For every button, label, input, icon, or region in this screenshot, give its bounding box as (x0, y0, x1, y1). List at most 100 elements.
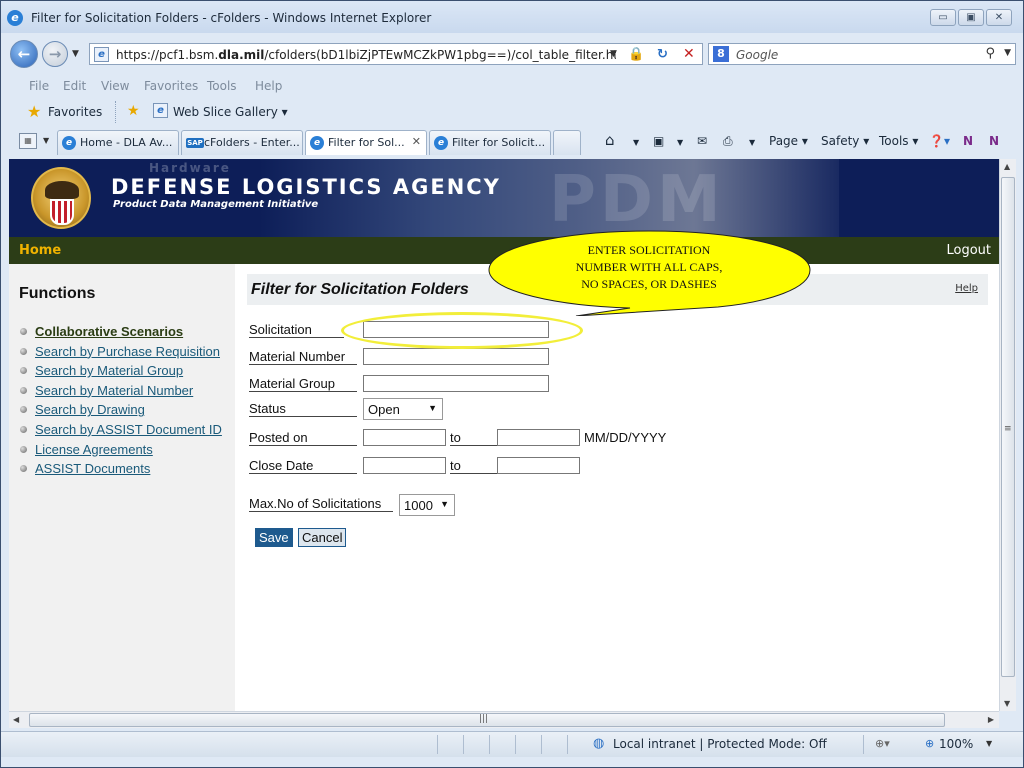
logout-link[interactable]: Logout (946, 243, 991, 258)
ie-icon: e (310, 136, 324, 150)
url-text[interactable]: https://pcf1.bsm.dla.mil/cfolders(bD1lbi… (116, 48, 616, 62)
new-tab-button[interactable] (553, 130, 581, 155)
material-group-label: Material Group (249, 376, 357, 392)
help-icon[interactable]: ❓▾ (929, 134, 950, 148)
search-box[interactable]: 8 Google ⚲ ▼ (708, 43, 1016, 65)
google-icon: 8 (713, 46, 729, 62)
close-tab-icon[interactable]: ✕ (412, 135, 421, 148)
search-dropdown-icon[interactable]: ▼ (1004, 48, 1011, 58)
divider (437, 735, 438, 754)
list-item: License Agreements (20, 442, 222, 462)
max-solicitations-label: Max.No of Solicitations (249, 496, 393, 512)
instruction-callout: ENTER SOLICITATION NUMBER WITH ALL CAPS,… (488, 230, 811, 316)
banner-watermark-hardware: Hardware (149, 161, 231, 175)
functions-heading: Functions (19, 285, 96, 302)
banner-subtitle: Product Data Management Initiative (113, 199, 319, 210)
scroll-down-icon[interactable]: ▼ (1004, 699, 1010, 708)
address-dropdown-icon[interactable]: ▼ (610, 49, 617, 59)
link-assist-documents[interactable]: ASSIST Documents (35, 461, 150, 476)
safety-menu[interactable]: Safety ▾ (821, 134, 869, 148)
material-group-input[interactable] (363, 375, 549, 392)
onenote-icon[interactable]: N (963, 134, 973, 148)
quick-tabs-icon[interactable]: ▦ (19, 133, 37, 149)
search-input[interactable]: Google (736, 48, 778, 62)
web-slice-gallery-button[interactable]: Web Slice Gallery ▾ (173, 105, 288, 119)
material-number-input[interactable] (363, 348, 549, 365)
history-dropdown-icon[interactable]: ▼ (72, 49, 79, 59)
tab-list-dropdown-icon[interactable]: ▼ (43, 136, 49, 145)
zoom-dropdown-icon[interactable]: ▼ (986, 739, 992, 748)
ie-window: e Filter for Solicitation Folders - cFol… (0, 0, 1024, 768)
save-button[interactable]: Save (255, 528, 293, 547)
feeds-dropdown-icon[interactable]: ▼ (677, 138, 683, 147)
vertical-scrollbar[interactable]: ▲ ≡ ▼ (999, 159, 1016, 711)
link-license-agreements[interactable]: License Agreements (35, 442, 153, 457)
tools-menu[interactable]: Tools ▾ (879, 134, 918, 148)
menu-tools[interactable]: Tools (207, 79, 237, 93)
link-collaborative-scenarios[interactable]: Collaborative Scenarios (35, 324, 183, 339)
security-zone[interactable]: Local intranet | Protected Mode: Off (613, 737, 827, 751)
menu-help[interactable]: Help (255, 79, 282, 93)
close-to-input[interactable] (497, 457, 580, 474)
lock-icon[interactable]: 🔒 (628, 47, 644, 62)
home-dropdown-icon[interactable]: ▼ (633, 138, 639, 147)
print-icon[interactable]: ⎙ (723, 134, 733, 149)
mail-icon[interactable]: ✉ (697, 134, 707, 148)
protected-mode-icon[interactable]: ⊕▾ (875, 737, 890, 750)
print-dropdown-icon[interactable]: ▼ (749, 138, 755, 147)
max-solicitations-select[interactable]: 1000 ▼ (399, 494, 455, 516)
add-favorite-icon[interactable]: ★ (127, 103, 140, 119)
forward-button[interactable]: → (42, 41, 68, 67)
menu-favorites[interactable]: Favorites (144, 79, 198, 93)
back-button[interactable]: ← (10, 40, 38, 68)
solicitation-label: Solicitation (249, 322, 344, 338)
favorites-button[interactable]: Favorites (48, 105, 102, 119)
link-search-material-group[interactable]: Search by Material Group (35, 363, 183, 378)
page-menu[interactable]: Page ▾ (769, 134, 808, 148)
posted-to-input[interactable] (497, 429, 580, 446)
address-bar[interactable]: e https://pcf1.bsm.dla.mil/cfolders(bD1l… (89, 43, 703, 65)
menu-edit[interactable]: Edit (63, 79, 86, 93)
posted-from-input[interactable] (363, 429, 446, 446)
bullet-icon (20, 406, 27, 414)
link-search-assist-document-id[interactable]: Search by ASSIST Document ID (35, 422, 222, 437)
close-button[interactable]: ✕ (986, 9, 1012, 26)
link-search-material-number[interactable]: Search by Material Number (35, 383, 193, 398)
cancel-button[interactable]: Cancel (298, 528, 347, 547)
close-from-input[interactable] (363, 457, 446, 474)
tab-filter-2[interactable]: e Filter for Solicit... (429, 130, 551, 155)
scroll-left-icon[interactable]: ◀ (13, 715, 19, 724)
stop-icon[interactable]: ✕ (683, 46, 695, 62)
menu-file[interactable]: File (29, 79, 49, 93)
tab-home-dla[interactable]: e Home - DLA Av... (57, 130, 179, 155)
tab-row: ▦ ▼ e Home - DLA Av... SAP cFolders - En… (1, 127, 1023, 157)
feeds-icon[interactable]: ▣ (653, 134, 664, 148)
zoom-level[interactable]: 100% (939, 737, 973, 751)
horizontal-scrollbar[interactable]: ◀ ||| ▶ (9, 711, 999, 728)
refresh-icon[interactable]: ↻ (657, 47, 668, 62)
status-value: Open (368, 402, 400, 417)
link-search-purchase-requisition[interactable]: Search by Purchase Requisition (35, 344, 220, 359)
home-link[interactable]: Home (19, 243, 61, 258)
search-icon[interactable]: ⚲ (985, 46, 995, 61)
divider (463, 735, 464, 754)
status-select[interactable]: Open ▼ (363, 398, 443, 420)
minimize-button[interactable]: ▭ (930, 9, 956, 26)
scroll-right-icon[interactable]: ▶ (988, 715, 994, 724)
menu-view[interactable]: View (101, 79, 129, 93)
link-search-drawing[interactable]: Search by Drawing (35, 402, 145, 417)
tab-cfolders[interactable]: SAP cFolders - Enter... (181, 130, 303, 155)
zoom-icon: ⊕ (925, 737, 935, 750)
tab-label: Filter for Solicit... (452, 136, 546, 149)
onenote-linked-icon[interactable]: N (989, 134, 999, 148)
max-solicitations-value: 1000 (404, 498, 433, 513)
tab-filter-active[interactable]: e Filter for Sol... ✕ (305, 130, 427, 155)
list-item: Collaborative Scenarios (20, 324, 222, 344)
solicitation-highlight-ellipse (341, 312, 583, 349)
help-link[interactable]: Help (955, 283, 978, 294)
favorites-star-icon[interactable]: ★ (27, 102, 41, 121)
scroll-up-icon[interactable]: ▲ (1004, 162, 1010, 171)
home-icon[interactable]: ⌂ (605, 131, 615, 149)
functions-panel: Functions Collaborative Scenarios Search… (9, 264, 235, 711)
maximize-button[interactable]: ▣ (958, 9, 984, 26)
